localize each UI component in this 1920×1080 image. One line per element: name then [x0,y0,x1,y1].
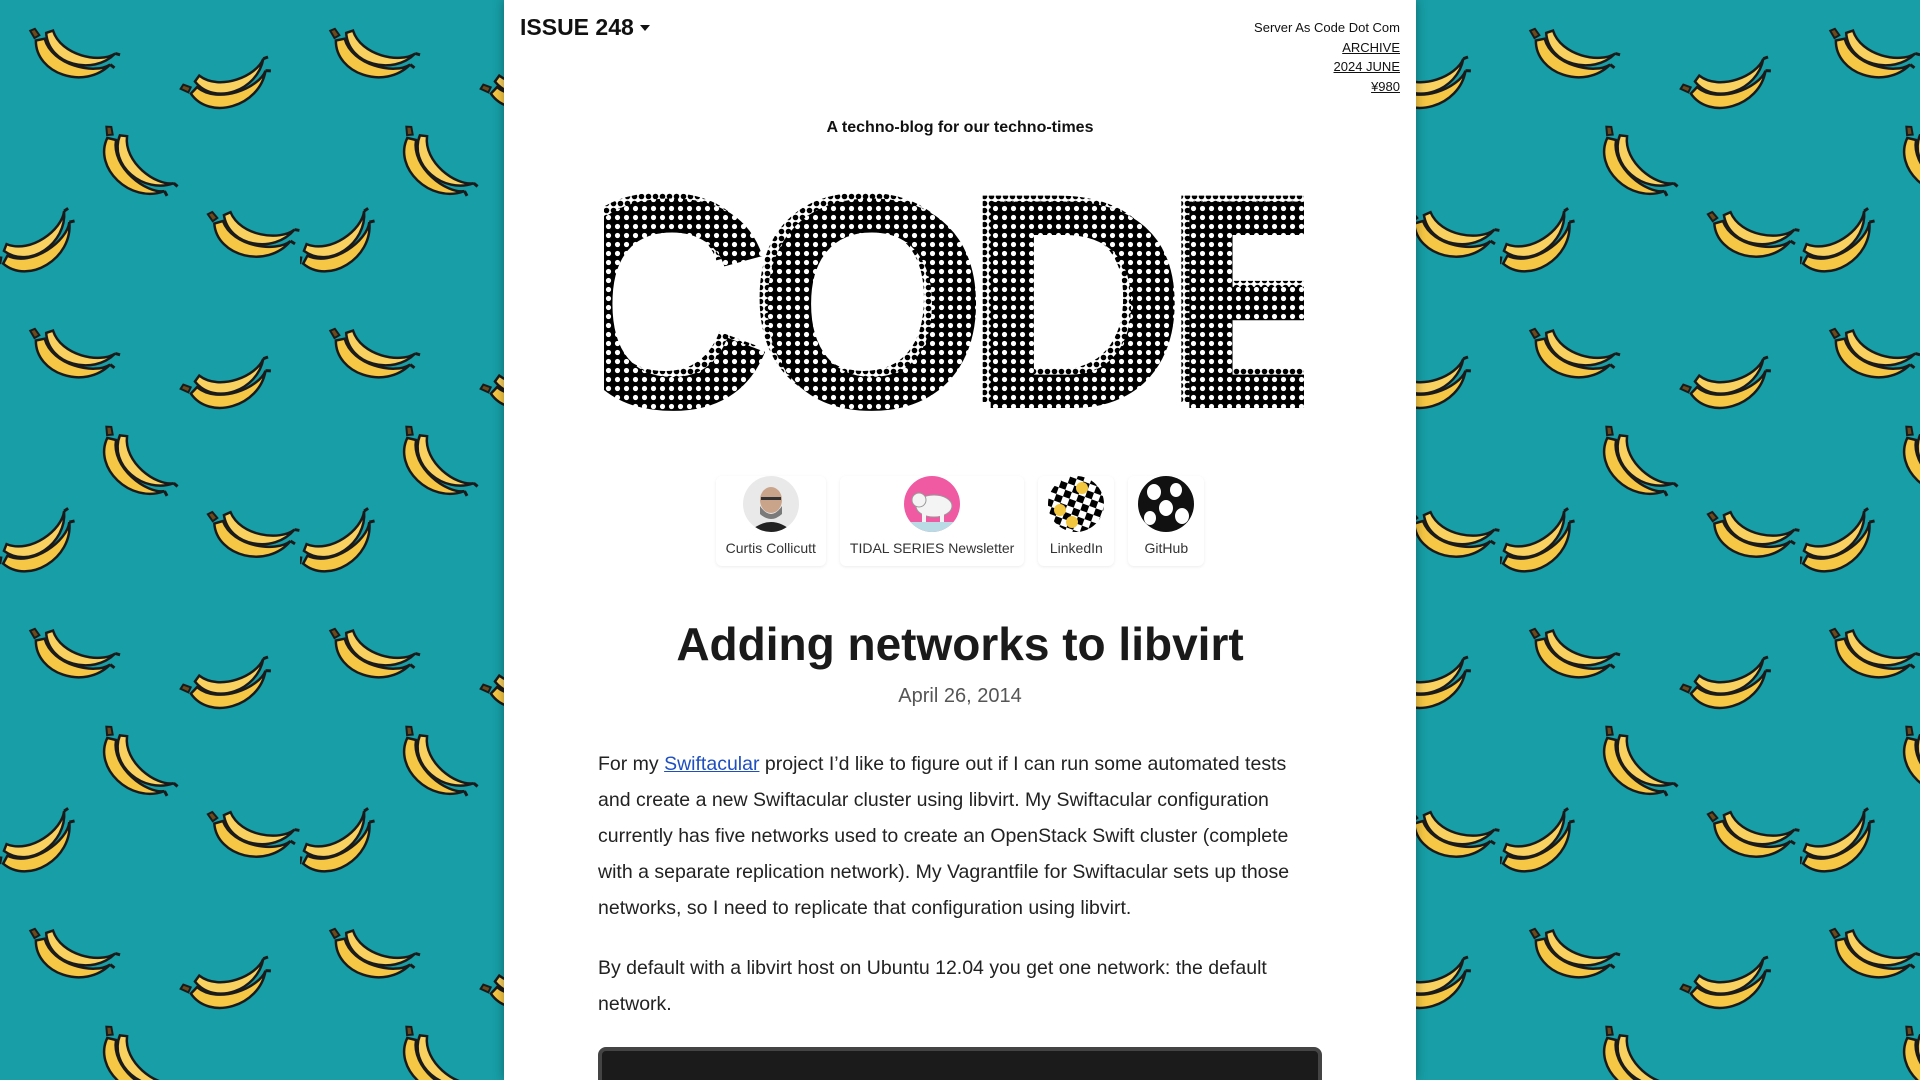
social-label: TIDAL SERIES Newsletter [849,540,1015,556]
code-logo: CODE CODE [604,150,1304,440]
swiftacular-link[interactable]: Swiftacular [664,753,759,775]
social-label: LinkedIn [1049,540,1103,556]
svg-text:CODE: CODE [604,150,1304,440]
content-page: ISSUE 248 Server As Code Dot Com ARCHIVE… [504,0,1416,1080]
price-link[interactable]: ¥980 [1254,77,1400,97]
ghost-pattern-icon [1138,476,1195,532]
archive-link[interactable]: ARCHIVE [1254,38,1400,58]
issue-dropdown[interactable]: ISSUE 248 [520,14,650,41]
social-linkedin[interactable]: LinkedIn [1038,476,1114,566]
code-block [598,1047,1322,1080]
polar-bear-avatar-icon [904,476,961,532]
caret-down-icon [639,24,650,31]
checkered-smiley-icon [1048,476,1105,532]
post-date: April 26, 2014 [898,685,1022,707]
social-label: Curtis Collicutt [725,540,816,556]
social-github[interactable]: GitHub [1128,476,1204,566]
social-label: GitHub [1144,540,1189,556]
paragraph: For my Swiftacular project I’d like to f… [598,753,1290,919]
post-body: For my Swiftacular project I’d like to f… [598,746,1322,1046]
social-links: Curtis Collicutt TIDAL SERIES Newsletter [504,476,1416,566]
tagline: A techno-blog for our techno-times [826,119,1094,136]
issue-label: ISSUE 248 [520,14,634,40]
social-curtis[interactable]: Curtis Collicutt [716,476,826,566]
person-avatar-icon [742,476,799,532]
site-meta: Server As Code Dot Com ARCHIVE 2024 JUNE… [1254,18,1400,96]
edition-link[interactable]: 2024 JUNE [1254,57,1400,77]
post-title: Adding networks to libvirt [676,618,1244,670]
site-name: Server As Code Dot Com [1254,20,1400,35]
paragraph: By default with a libvirt host on Ubuntu… [598,957,1267,1015]
social-tidal-newsletter[interactable]: TIDAL SERIES Newsletter [840,476,1024,566]
